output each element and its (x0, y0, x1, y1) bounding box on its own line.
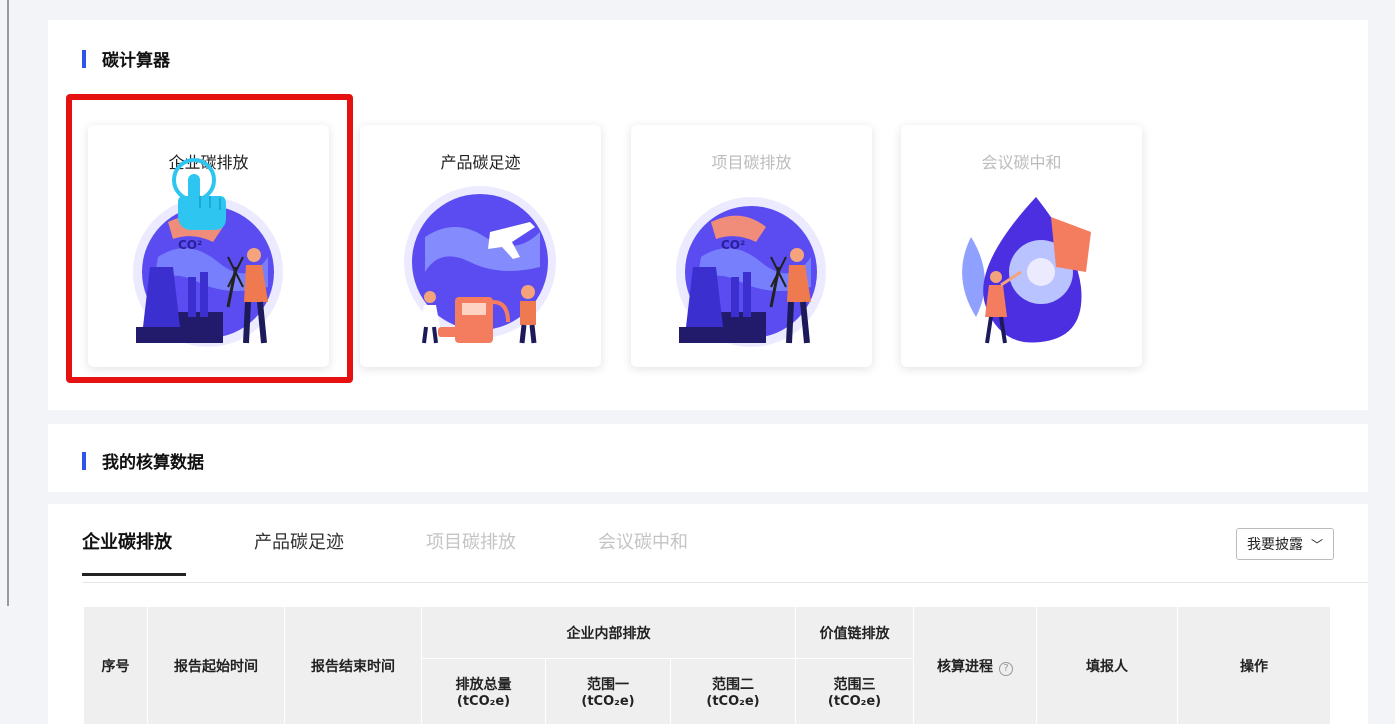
unit-label: (tCO₂e) (456, 694, 511, 709)
th-internal-emission: 企业内部排放 (421, 606, 796, 659)
disclose-dropdown-button[interactable]: 我要披露 ﹀ (1235, 528, 1334, 560)
title-accent-bar (82, 451, 86, 470)
section-title-my-data: 我的核算数据 (82, 448, 204, 473)
help-icon[interactable]: ? (999, 661, 1013, 676)
th-scope3: 范围三 (tCO₂e) (795, 658, 914, 724)
th-scope3-label: 范围三 (833, 677, 876, 693)
disclose-label: 我要披露 (1246, 537, 1303, 553)
calculator-panel: 碳计算器 企业碳排放 CO² 产品碳足迹 项目碳排放 CO² 会议碳中和 (48, 20, 1368, 410)
tab-product-footprint[interactable]: 产品碳足迹 (254, 528, 344, 574)
card-meeting-neutral[interactable]: 会议碳中和 (901, 125, 1142, 367)
title-accent-bar (82, 49, 86, 68)
th-scope2-label: 范围二 (712, 677, 754, 693)
tab-project-emission[interactable]: 项目碳排放 (426, 528, 516, 574)
section-title-calculator: 碳计算器 (82, 46, 170, 71)
th-action: 操作 (1177, 606, 1331, 724)
th-filler: 填报人 (1036, 606, 1178, 724)
accounting-table: 序号 报告起始时间 报告结束时间 企业内部排放 价值链排放 核算进程? 填报人 … (83, 606, 1331, 724)
tab-meeting-neutral[interactable]: 会议碳中和 (598, 528, 688, 574)
th-end-time: 报告结束时间 (284, 606, 422, 724)
svg-text:CO²: CO² (721, 238, 745, 252)
unit-label: (tCO₂e) (706, 694, 760, 709)
my-data-title: 我的核算数据 (102, 453, 204, 473)
tab-bar: 企业碳排放 产品碳足迹 项目碳排放 会议碳中和 (82, 528, 770, 576)
highlight-frame (66, 94, 353, 383)
card-title: 项目碳排放 (711, 153, 792, 172)
th-scope1: 范围一 (tCO₂e) (545, 658, 671, 724)
drop-chart-illustration (962, 197, 1091, 344)
factory-illustration: CO² (676, 197, 826, 347)
data-table-panel: 企业碳排放 产品碳足迹 项目碳排放 会议碳中和 我要披露 ﹀ 序号 报告起始时间… (48, 504, 1368, 724)
card-title: 会议碳中和 (981, 153, 1062, 172)
chevron-down-icon: ﹀ (1310, 537, 1323, 552)
unit-label: (tCO₂e) (827, 694, 882, 709)
th-start-time: 报告起始时间 (147, 606, 285, 724)
th-index: 序号 (83, 606, 148, 724)
th-scope2: 范围二 (tCO₂e) (670, 658, 796, 724)
tabs-divider (82, 582, 1368, 583)
card-project-emission[interactable]: 项目碳排放 CO² (631, 125, 872, 367)
th-value-chain: 价值链排放 (795, 606, 914, 659)
th-total-label: 排放总量 (455, 677, 512, 693)
calculator-title: 碳计算器 (102, 51, 170, 71)
th-scope1-label: 范围一 (587, 677, 629, 693)
hand-pointer-icon (172, 158, 226, 230)
card-product-footprint[interactable]: 产品碳足迹 (360, 125, 601, 367)
tab-enterprise-emission[interactable]: 企业碳排放 (82, 528, 186, 576)
my-data-panel: 我的核算数据 (48, 424, 1368, 492)
th-progress: 核算进程? (913, 606, 1037, 724)
unit-label: (tCO₂e) (581, 694, 635, 709)
card-title: 产品碳足迹 (440, 153, 521, 172)
left-divider (7, 0, 9, 606)
th-total: 排放总量 (tCO₂e) (421, 658, 546, 724)
globe-plane-illustration (404, 186, 556, 344)
th-progress-label: 核算进程 (937, 658, 993, 675)
